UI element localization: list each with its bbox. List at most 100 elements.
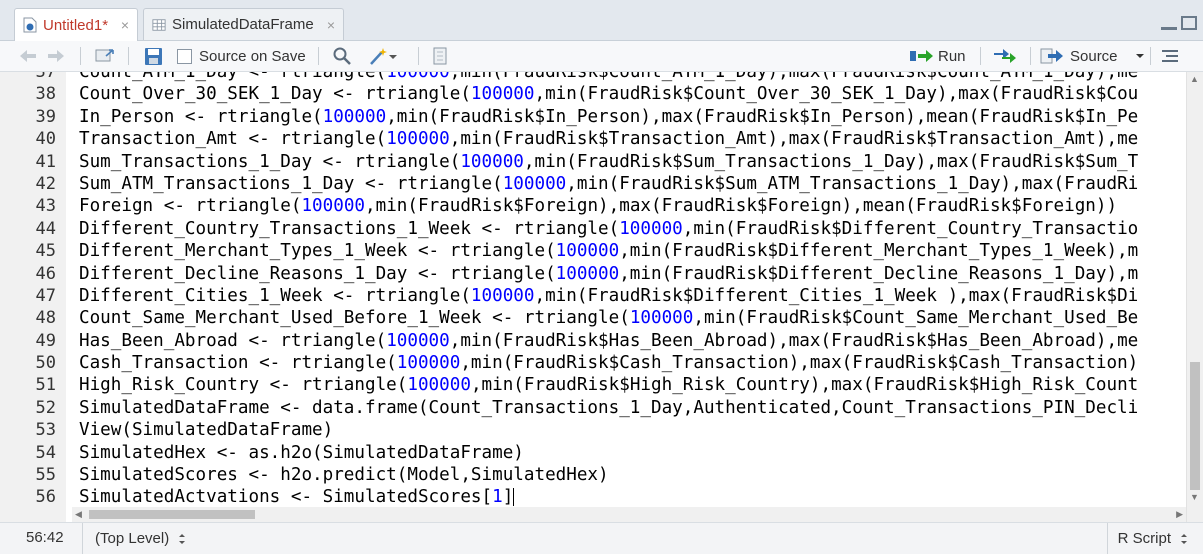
chevron-down-icon[interactable] (1134, 52, 1146, 60)
code-text: Sum_Transactions_1_Day <- rtriangle(1000… (79, 151, 1138, 173)
code-token: SimulatedHex <- as.h2o(SimulatedDataFram… (79, 442, 524, 463)
code-line[interactable]: 47 Different_Cities_1_Week <- rtriangle(1… (0, 285, 1180, 307)
code-line[interactable]: 52 SimulatedDataFrame <- data.frame(Count… (0, 397, 1180, 419)
line-number: 45 (35, 241, 56, 262)
code-token: Different_Country_Transactions_1_Week <-… (79, 218, 620, 239)
tab-untitled1[interactable]: Untitled1* × (14, 8, 138, 41)
code-token: ,min(FraudRisk$Count_ATM_1_Day),max(Frau… (449, 72, 1139, 82)
code-text: High_Risk_Country <- rtriangle(100000,mi… (79, 374, 1138, 396)
close-icon[interactable]: × (121, 17, 129, 33)
code-line[interactable]: 48 Count_Same_Merchant_Used_Before_1_Week… (0, 307, 1180, 329)
checkbox-icon (177, 48, 192, 64)
scope-level[interactable]: (Top Level) (82, 523, 187, 554)
code-text: SimulatedScores <- h2o.predict(Model,Sim… (79, 464, 609, 486)
save-icon[interactable] (144, 41, 163, 71)
source-button[interactable]: Source (1040, 41, 1146, 71)
tab-label: SimulatedDataFrame (172, 16, 314, 33)
search-icon[interactable] (332, 41, 352, 71)
source-on-save-checkbox[interactable]: Source on Save (177, 41, 306, 71)
code-line[interactable]: 54 SimulatedHex <- as.h2o(SimulatedDataFr… (0, 442, 1180, 464)
line-number: 37 (35, 72, 56, 82)
back-arrow-icon[interactable] (18, 41, 38, 71)
line-number: 54 (35, 442, 56, 463)
rerun-icon[interactable] (992, 41, 1018, 71)
code-text: Foreign <- rtriangle(100000,min(FraudRis… (79, 195, 1117, 217)
code-line[interactable]: 51 High_Risk_Country <- rtriangle(100000,… (0, 374, 1180, 396)
code-line[interactable]: 41 Sum_Transactions_1_Day <- rtriangle(10… (0, 151, 1180, 173)
forward-arrow-icon[interactable] (46, 41, 66, 71)
scroll-up-icon[interactable]: ▲ (1190, 74, 1199, 84)
line-number: 55 (35, 465, 56, 486)
numeric-literal: 100000 (322, 106, 387, 127)
scroll-down-icon[interactable]: ▼ (1190, 492, 1199, 502)
code-text: Different_Country_Transactions_1_Week <-… (79, 218, 1138, 240)
code-line[interactable]: 56 SimulatedActvations <- SimulatedScores… (0, 486, 1180, 508)
code-token: ,min(FraudRisk$Foreign),max(FraudRisk$Fo… (365, 196, 1118, 217)
code-token: Count_Same_Merchant_Used_Before_1_Week <… (79, 308, 630, 329)
code-text: SimulatedHex <- as.h2o(SimulatedDataFram… (79, 442, 524, 464)
line-number: 48 (35, 308, 56, 329)
source-label: Source (1070, 47, 1118, 65)
scroll-left-icon[interactable]: ◀ (75, 509, 82, 520)
numeric-literal: 100000 (619, 218, 683, 239)
document-outline-icon[interactable] (432, 41, 448, 71)
code-line[interactable]: 53 View(SimulatedDataFrame) (0, 419, 1180, 441)
code-line[interactable]: 50 Cash_Transaction <- rtriangle(100000,m… (0, 352, 1180, 374)
line-number: 40 (35, 129, 56, 150)
line-number: 46 (35, 263, 56, 284)
code-line[interactable]: 42 Sum_ATM_Transactions_1_Day <- rtriangl… (0, 173, 1180, 195)
code-token: Foreign <- rtriangle( (79, 196, 302, 217)
code-text: Cash_Transaction <- rtriangle(100000,min… (79, 352, 1138, 374)
code-token: ,min(FraudRisk$Transaction_Amt),max(Frau… (449, 129, 1139, 150)
code-token: Different_Decline_Reasons_1_Day <- rtria… (79, 263, 556, 284)
horizontal-scrollbar[interactable]: ◀ ▶ (72, 507, 1186, 522)
run-button[interactable]: Run (910, 41, 966, 71)
code-line[interactable]: 43 Foreign <- rtriangle(100000,min(FraudR… (0, 195, 1180, 217)
code-line[interactable]: 37 Count_ATM_1_Day <- rtriangle(100000,mi… (0, 72, 1180, 83)
code-line[interactable]: 55 SimulatedScores <- h2o.predict(Model,S… (0, 464, 1180, 486)
close-icon[interactable]: × (327, 17, 335, 33)
numeric-literal: 100000 (301, 196, 366, 217)
file-type-selector[interactable]: R Script (1106, 523, 1203, 554)
code-token: SimulatedScores <- h2o.predict(Model,Sim… (79, 465, 609, 486)
table-icon (152, 18, 166, 31)
vertical-scroll-thumb[interactable] (1190, 362, 1200, 490)
numeric-literal: 100000 (396, 353, 461, 374)
window-controls (1161, 16, 1197, 30)
numeric-literal: 100000 (386, 330, 450, 351)
code-editor[interactable]: 37 Count_ATM_1_Day <- rtriangle(100000,mi… (0, 72, 1203, 522)
line-number: 42 (35, 173, 56, 194)
chevron-updown-icon (179, 533, 186, 544)
code-line[interactable]: 45 Different_Merchant_Types_1_Week <- rtr… (0, 240, 1180, 262)
code-token: Count_ATM_1_Day <- rtriangle( (79, 72, 387, 82)
outline-lines-icon[interactable] (1160, 41, 1180, 71)
line-number: 39 (35, 106, 56, 127)
code-lines: 37 Count_ATM_1_Day <- rtriangle(100000,mi… (0, 72, 1180, 509)
code-line[interactable]: 49 Has_Been_Abroad <- rtriangle(100000,mi… (0, 330, 1180, 352)
code-line[interactable]: 46 Different_Decline_Reasons_1_Day <- rtr… (0, 263, 1180, 285)
code-token: ,min(FraudRisk$Count_Same_Merchant_Used_… (693, 308, 1139, 329)
code-tools-wand-icon[interactable] (368, 41, 400, 71)
tab-label: Untitled1* (43, 16, 109, 34)
code-line[interactable]: 38 Count_Over_30_SEK_1_Day <- rtriangle(1… (0, 83, 1180, 105)
tab-simulated-data-frame[interactable]: SimulatedDataFrame × (143, 8, 344, 40)
code-text: Different_Cities_1_Week <- rtriangle(100… (79, 285, 1138, 307)
code-line[interactable]: 40 Transaction_Amt <- rtriangle(100000,mi… (0, 128, 1180, 150)
minimize-icon[interactable] (1161, 16, 1177, 30)
code-line[interactable]: 39 In_Person <- rtriangle(100000,min(Frau… (0, 106, 1180, 128)
show-in-window-icon[interactable] (94, 41, 116, 71)
code-line[interactable]: 44 Different_Country_Transactions_1_Week … (0, 218, 1180, 240)
code-text: Count_ATM_1_Day <- rtriangle(100000,min(… (79, 72, 1138, 83)
numeric-literal: 100000 (555, 263, 620, 284)
scroll-right-icon[interactable]: ▶ (1176, 509, 1183, 520)
line-number: 49 (35, 330, 56, 351)
numeric-literal: 100000 (555, 241, 620, 262)
numeric-literal: 100000 (470, 285, 535, 306)
maximize-icon[interactable] (1181, 16, 1197, 30)
tab-bar: Untitled1* × SimulatedDataFrame × (0, 0, 1203, 41)
code-text: Count_Over_30_SEK_1_Day <- rtriangle(100… (79, 83, 1138, 105)
status-bar: 56:42 (Top Level) R Script (0, 522, 1203, 554)
code-token: ,min(FraudRisk$In_Person),max(FraudRisk$… (386, 106, 1139, 127)
vertical-scrollbar[interactable]: ▲ ▼ (1186, 72, 1203, 522)
horizontal-scroll-thumb[interactable] (89, 510, 255, 519)
